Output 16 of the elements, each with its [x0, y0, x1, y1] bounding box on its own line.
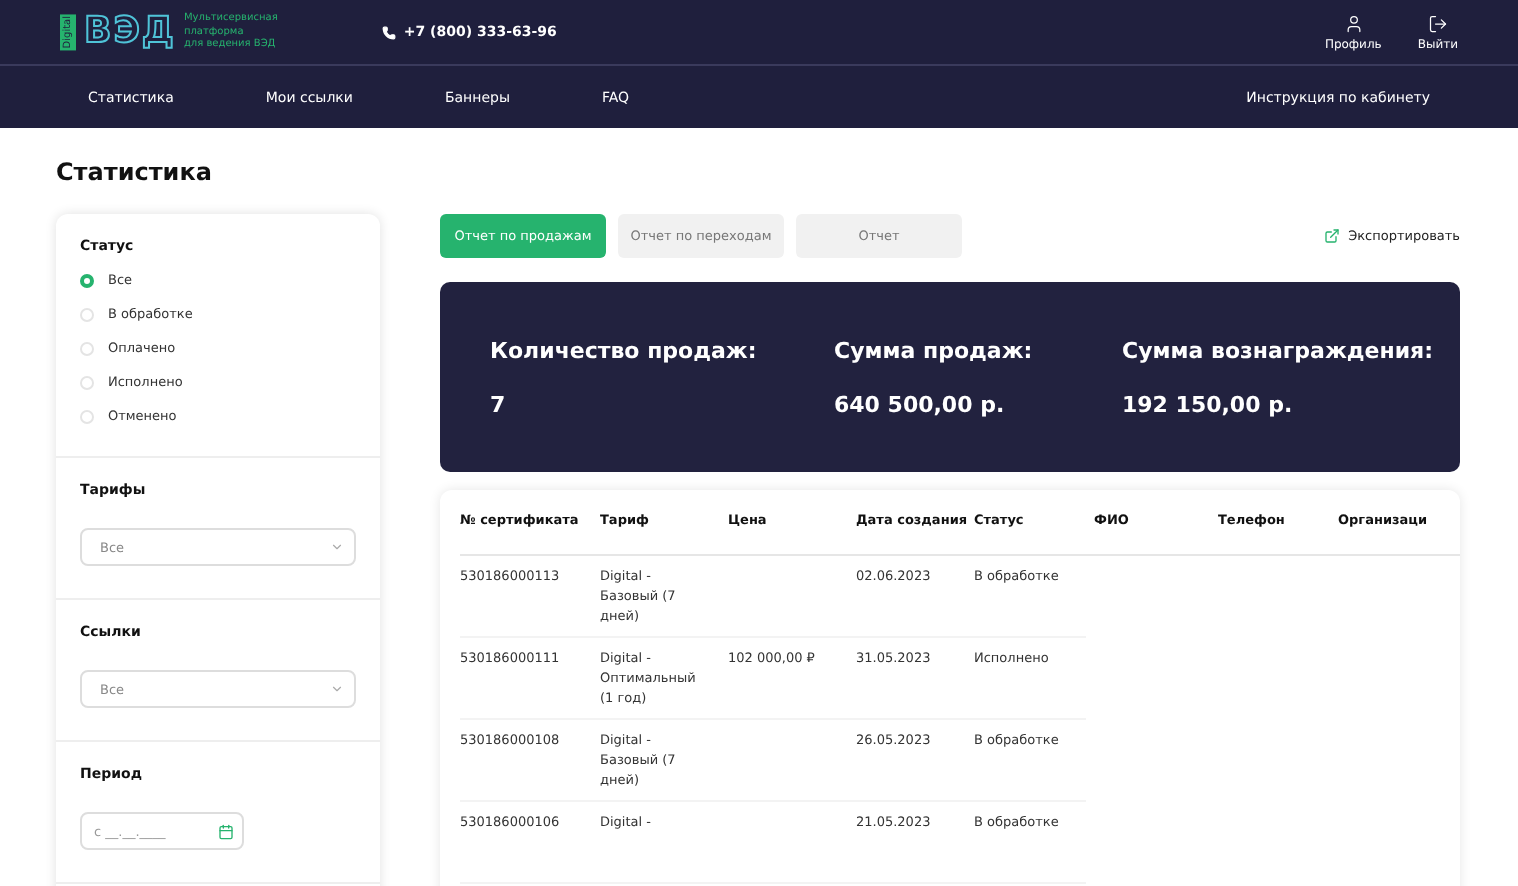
phone-icon: [381, 25, 396, 39]
summary-value: 192 150,00 р.: [1122, 391, 1295, 417]
summary-label: Количество продаж:: [490, 337, 759, 363]
summary-value: 7: [490, 391, 508, 417]
chevron-down-icon: [330, 540, 344, 554]
person-icon: [1343, 13, 1364, 33]
calendar-icon: [218, 823, 234, 839]
summary-label: Сумма продаж:: [834, 337, 1035, 363]
summary-value: 640 500,00 р.: [834, 391, 1007, 417]
exit-door-icon: [1427, 13, 1448, 33]
logo: ВЭД: [84, 10, 176, 54]
radio-button[interactable]: [80, 273, 94, 287]
summary-label: Сумма вознаграждения:: [1122, 337, 1436, 363]
chevron-down-icon: [330, 682, 344, 696]
export-icon: [1324, 228, 1341, 244]
page-title: Статистика: [56, 158, 214, 186]
